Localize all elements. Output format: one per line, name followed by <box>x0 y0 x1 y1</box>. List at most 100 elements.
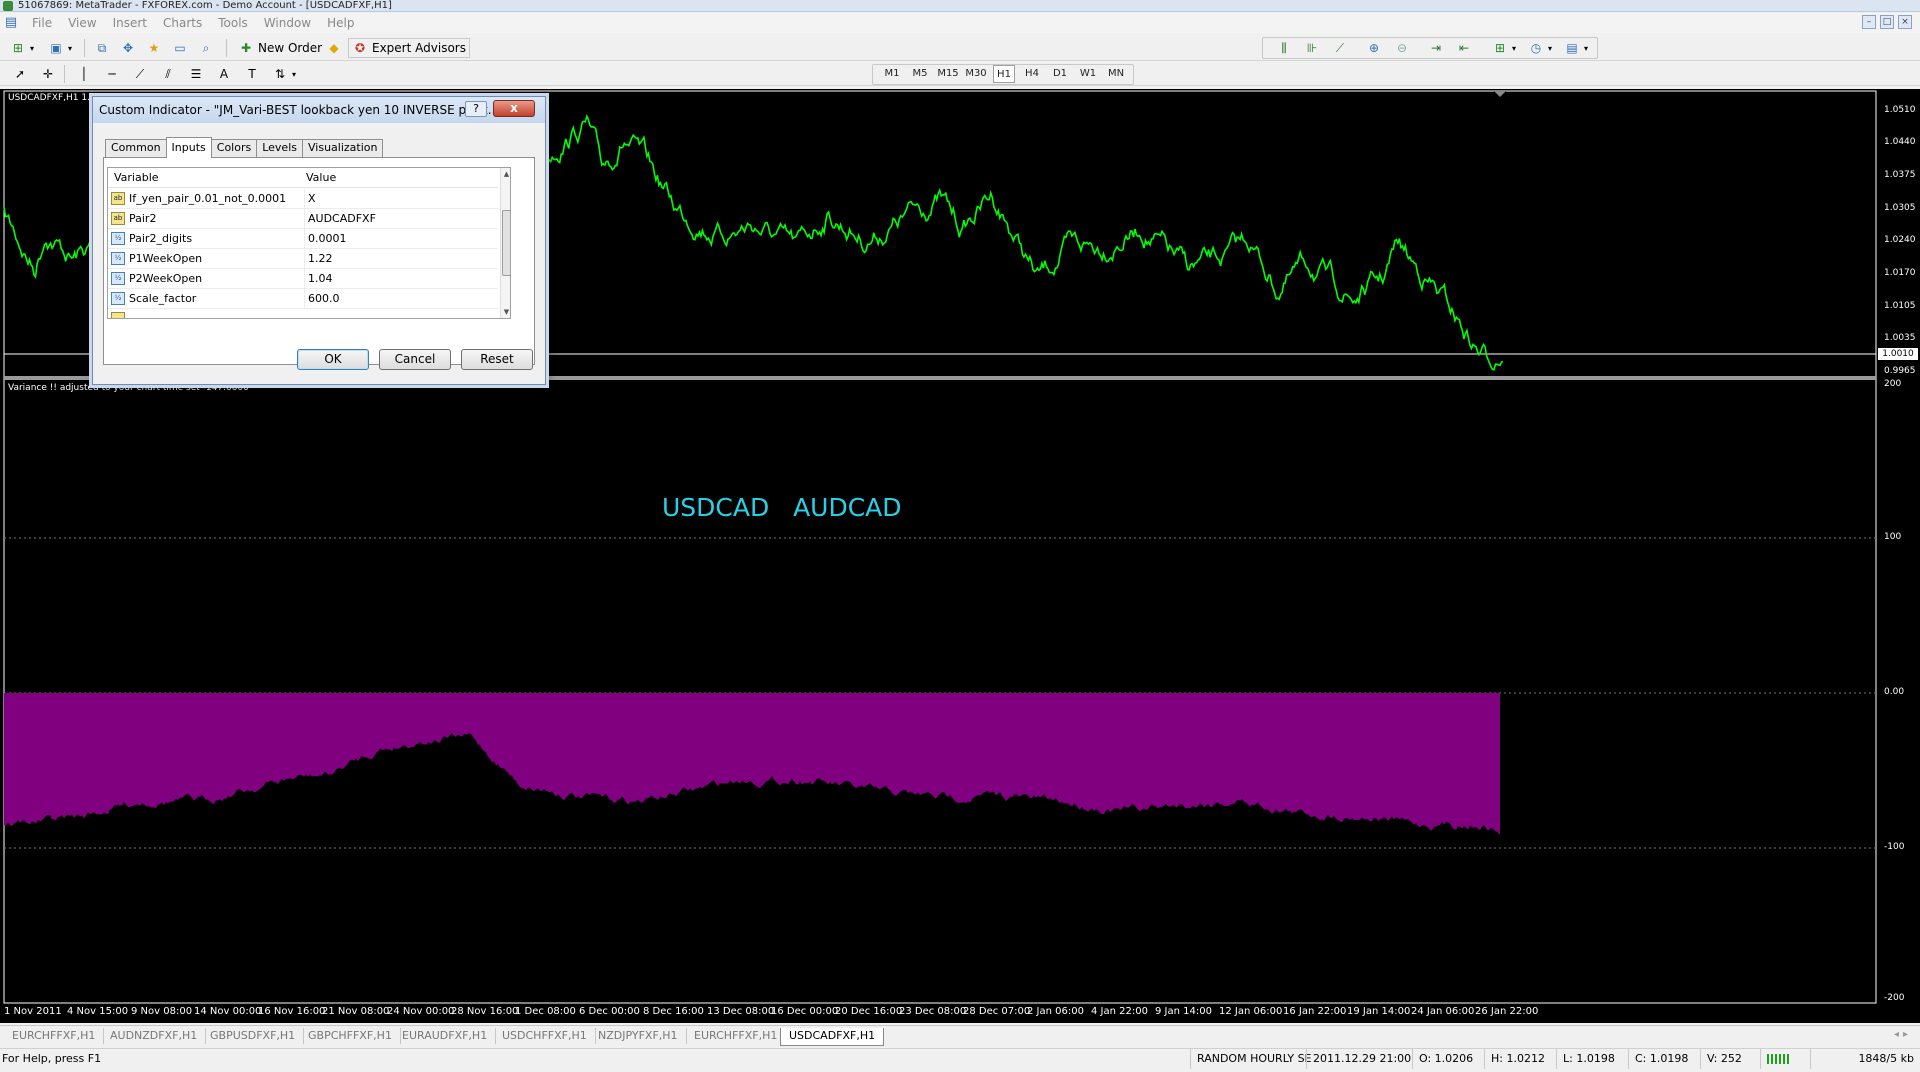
text-button[interactable]: A <box>212 64 236 84</box>
chart-tab-active[interactable]: USDCADFXF,H1 <box>780 1028 885 1046</box>
param-row[interactable]: ab If_yen_pair_0.01_not_0.0001 X <box>108 189 498 209</box>
market-watch-button[interactable]: ⧉ <box>90 38 114 58</box>
chart-tab[interactable]: EURCHFFXF,H1 <box>686 1028 787 1044</box>
chart-tab[interactable]: USDCHFFXF,H1 <box>494 1028 596 1044</box>
navigator-button[interactable]: ★ <box>142 38 166 58</box>
cursor-button[interactable]: ➚ <box>8 64 32 84</box>
param-row-partial[interactable] <box>108 309 498 318</box>
scroll-thumb[interactable] <box>502 210 510 276</box>
indicators-button[interactable]: ⊞ ▾ <box>1488 38 1520 58</box>
param-value[interactable]: 0.0001 <box>304 229 498 249</box>
chart-tab[interactable]: GBPCHFFXF,H1 <box>300 1028 401 1044</box>
time-tick: 8 Dec 16:00 <box>643 1006 704 1017</box>
tf-w1[interactable]: W1 <box>1077 65 1099 83</box>
menu-charts[interactable]: Charts <box>155 16 210 30</box>
new-order-icon: ✚ <box>240 41 252 55</box>
grid-scrollbar[interactable]: ▲ ▼ <box>500 168 510 318</box>
tab-visualization[interactable]: Visualization <box>302 139 384 157</box>
status-open: O: 1.0206 <box>1412 1049 1484 1069</box>
tf-m30[interactable]: M30 <box>965 65 987 83</box>
zoom-in-button[interactable]: ⊕ <box>1362 38 1386 58</box>
menu-help[interactable]: Help <box>319 16 362 30</box>
minimize-button[interactable]: – <box>1862 15 1876 29</box>
scroll-up-arrow-icon[interactable]: ▲ <box>501 168 510 180</box>
tf-h4[interactable]: H4 <box>1021 65 1043 83</box>
variable-column-header[interactable]: Variable <box>114 168 159 188</box>
chart-tab[interactable]: EURAUDFXF,H1 <box>394 1028 497 1044</box>
cancel-button[interactable]: Cancel <box>379 349 451 370</box>
templates-button[interactable]: ▤ ▾ <box>1560 38 1592 58</box>
tf-m1[interactable]: M1 <box>881 65 903 83</box>
param-value[interactable]: 1.04 <box>304 269 498 289</box>
expert-advisors-button[interactable]: ✪ Expert Advisors <box>348 38 470 58</box>
time-tick: 2 Jan 06:00 <box>1027 1006 1084 1017</box>
param-value[interactable]: AUDCADFXF <box>304 209 498 229</box>
equidistant-channel-button[interactable]: ⫽ <box>156 64 180 84</box>
status-traffic: 1848/5 kb <box>1810 1049 1920 1069</box>
strategy-tester-button[interactable]: ⌕ <box>194 38 218 58</box>
profiles-button[interactable]: ▣ ▾ <box>44 38 76 58</box>
menu-view[interactable]: View <box>60 16 104 30</box>
menu-tools[interactable]: Tools <box>210 16 256 30</box>
tab-scroll-arrows[interactable]: ◂▸ <box>1894 1029 1912 1040</box>
param-row[interactable]: ½ Pair2_digits 0.0001 <box>108 229 498 249</box>
data-window-button[interactable]: ✥ <box>116 38 140 58</box>
chart-window-icon[interactable]: ▤ <box>4 16 18 30</box>
new-order-button[interactable]: ✚ New Order <box>234 38 326 58</box>
param-name: If_yen_pair_0.01_not_0.0001 <box>129 192 287 205</box>
new-chart-button[interactable]: ⊞ ▾ <box>6 38 38 58</box>
chart-tab[interactable]: AUDNZDFXF,H1 <box>102 1028 207 1044</box>
ok-button[interactable]: OK <box>297 349 369 370</box>
param-value[interactable]: 600.0 <box>304 289 498 309</box>
tf-mn[interactable]: MN <box>1105 65 1127 83</box>
templates-icon: ▤ <box>1566 41 1578 55</box>
param-row[interactable]: ½ P2WeekOpen 1.04 <box>108 269 498 289</box>
help-button[interactable]: ? <box>465 101 487 117</box>
param-row[interactable]: ½ P1WeekOpen 1.22 <box>108 249 498 269</box>
text-label-button[interactable]: T <box>240 64 264 84</box>
metaeditor-button[interactable]: ◆ <box>322 38 346 58</box>
line-chart-button[interactable]: ⟋ <box>1328 38 1352 58</box>
tf-m5[interactable]: M5 <box>909 65 931 83</box>
crosshair-button[interactable]: ✛ <box>36 64 60 84</box>
horizontal-line-button[interactable]: ─ <box>100 64 124 84</box>
restore-button[interactable]: □ <box>1880 15 1894 29</box>
bar-chart-button[interactable]: ⫼ <box>1272 38 1296 58</box>
tf-d1[interactable]: D1 <box>1049 65 1071 83</box>
periods-button[interactable]: ◷ ▾ <box>1524 38 1556 58</box>
app-icon <box>3 1 13 11</box>
chart-tab[interactable]: NZDJPYFXF,H1 <box>590 1028 687 1044</box>
param-value[interactable]: X <box>304 189 498 209</box>
tab-colors[interactable]: Colors <box>210 139 258 157</box>
zoom-out-button[interactable]: ⊖ <box>1390 38 1414 58</box>
tf-h1[interactable]: H1 <box>993 65 1015 83</box>
param-value[interactable]: 1.22 <box>304 249 498 269</box>
menu-window[interactable]: Window <box>256 16 319 30</box>
candle-chart-button[interactable]: ⊪ <box>1300 38 1324 58</box>
close-button[interactable]: × <box>1898 15 1912 29</box>
scroll-down-arrow-icon[interactable]: ▼ <box>501 306 510 318</box>
chart-shift-button[interactable]: ⇤ <box>1452 38 1476 58</box>
terminal-button[interactable]: ▭ <box>168 38 192 58</box>
menu-insert[interactable]: Insert <box>105 16 155 30</box>
tab-common[interactable]: Common <box>105 139 167 157</box>
param-row[interactable]: ab Pair2 AUDCADFXF <box>108 209 498 229</box>
tab-inputs[interactable]: Inputs <box>165 137 212 158</box>
chart-tab[interactable]: EURCHFFXF,H1 <box>4 1028 105 1044</box>
parameters-grid[interactable]: Variable Value ab If_yen_pair_0.01_not_0… <box>107 167 511 319</box>
auto-scroll-button[interactable]: ⇥ <box>1424 38 1448 58</box>
value-column-header[interactable]: Value <box>306 168 336 188</box>
fibonacci-button[interactable]: ☰ <box>184 64 208 84</box>
tab-levels[interactable]: Levels <box>256 139 303 157</box>
tf-m15[interactable]: M15 <box>937 65 959 83</box>
trendline-button[interactable]: ⟋ <box>128 64 152 84</box>
chart-tab[interactable]: GBPUSDFXF,H1 <box>202 1028 305 1044</box>
vertical-line-button[interactable]: │ <box>72 64 96 84</box>
menu-file[interactable]: File <box>24 16 60 30</box>
arrows-button[interactable]: ⇅ ▾ <box>268 64 300 84</box>
dialog-close-button[interactable]: x <box>493 100 535 117</box>
param-row[interactable]: ½ Scale_factor 600.0 <box>108 289 498 309</box>
reset-button[interactable]: Reset <box>461 349 533 370</box>
metaeditor-icon: ◆ <box>329 41 339 55</box>
param-name: P2WeekOpen <box>129 272 203 285</box>
